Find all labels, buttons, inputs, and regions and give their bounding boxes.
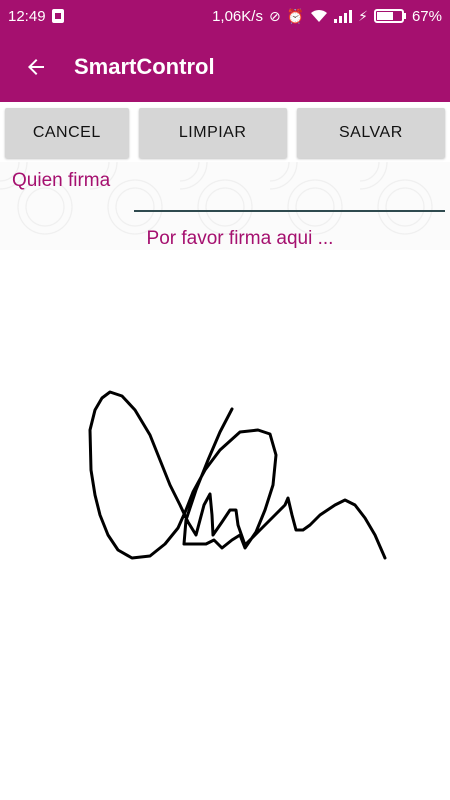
battery-percent: 67% <box>411 7 442 25</box>
signature-canvas[interactable] <box>0 250 450 800</box>
vibrate-off-icon: ⊘ <box>268 8 281 24</box>
back-button[interactable] <box>8 39 64 95</box>
signer-name-input[interactable] <box>134 176 445 212</box>
signer-label: Quien firma <box>12 170 111 191</box>
action-buttons: CANCEL LIMPIAR SALVAR <box>0 102 450 162</box>
alarm-icon: ⏰ <box>286 8 305 24</box>
signature-prompt: Por favor firma aqui ... <box>146 228 334 249</box>
cancel-button[interactable]: CANCEL <box>5 108 129 158</box>
status-bar: 12:49 1,06K/s ⊘ ⏰ ⚡ 67% <box>0 0 450 32</box>
wifi-icon <box>311 9 328 22</box>
status-left: 12:49 <box>8 8 64 25</box>
network-speed: 1,06K/s <box>212 7 263 25</box>
cell-signal-icon <box>334 9 353 23</box>
clear-button[interactable]: LIMPIAR <box>138 108 287 158</box>
save-button[interactable]: SALVAR <box>296 108 445 158</box>
charging-icon: ⚡ <box>358 8 368 24</box>
status-right: 1,06K/s ⊘ ⏰ ⚡ 67% <box>212 8 442 25</box>
sim-card-icon <box>51 9 64 23</box>
arrow-back-icon <box>28 59 44 75</box>
status-time: 12:49 <box>8 7 46 25</box>
app-bar: SmartControl <box>0 32 450 102</box>
signature-stroke <box>88 390 387 560</box>
app-title: SmartControl <box>74 54 215 79</box>
battery-icon <box>373 9 406 23</box>
